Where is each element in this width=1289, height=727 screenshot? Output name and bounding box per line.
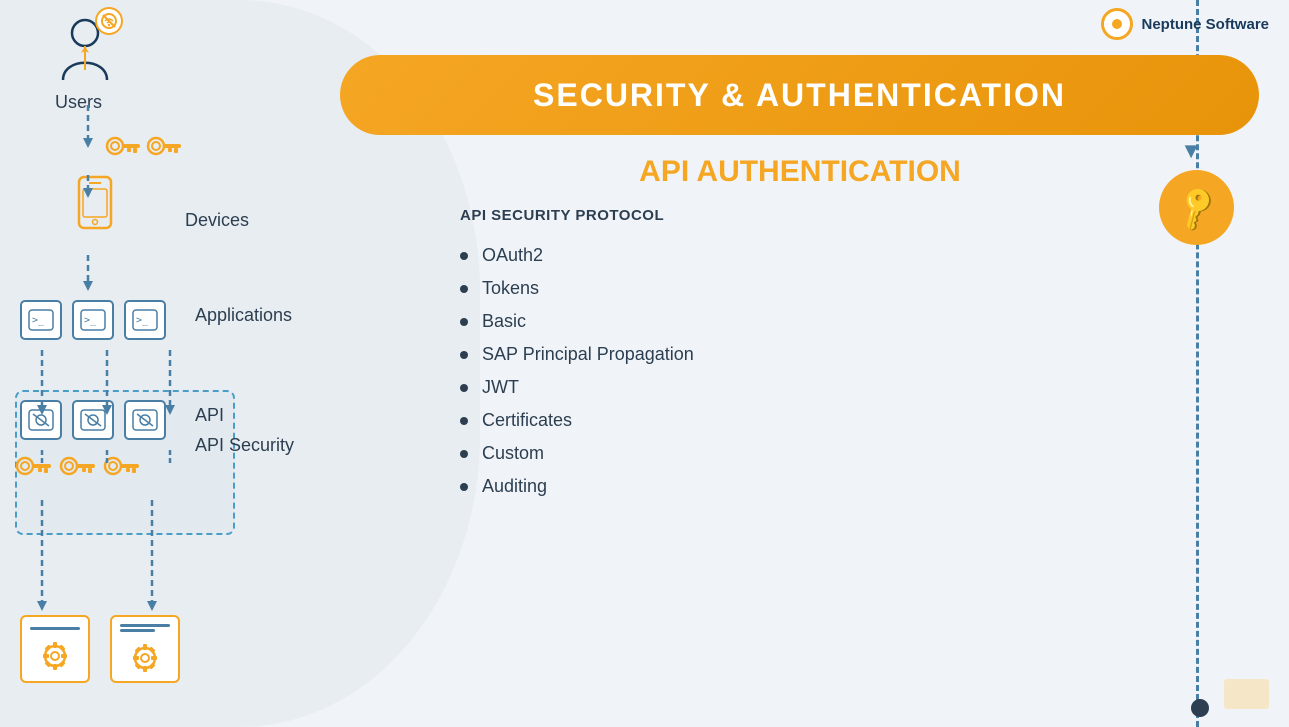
svg-text:>_: >_ [32, 315, 45, 326]
bullet-dot [460, 351, 468, 359]
device-icon-group [75, 175, 115, 235]
small-rect-decoration [1224, 679, 1269, 709]
list-item: SAP Principal Propagation [460, 338, 1140, 371]
svg-text:>_: >_ [136, 315, 149, 326]
applications-group: >_ >_ >_ [20, 300, 166, 340]
arrow-down-right: ▼ [1180, 138, 1202, 164]
server-box-2 [110, 615, 180, 683]
bullet-dot [460, 285, 468, 293]
protocol-item-text: Basic [482, 311, 526, 332]
bottom-server-icons [20, 615, 180, 683]
bullet-dot [460, 417, 468, 425]
api-key-3 [103, 450, 139, 482]
list-item: OAuth2 [460, 239, 1140, 272]
server-box-1 [20, 615, 90, 683]
user-icon-group: Users [55, 15, 115, 113]
list-item: Certificates [460, 404, 1140, 437]
protocol-item-text: Certificates [482, 410, 572, 431]
neptune-circle-icon [1101, 8, 1133, 40]
device-svg [75, 175, 115, 230]
api-label: API [195, 405, 224, 426]
key-circle-icon: 🔑 [1159, 170, 1234, 245]
bullet-dot [460, 384, 468, 392]
list-item: Custom [460, 437, 1140, 470]
users-label: Users [55, 92, 115, 113]
key-svg-2 [146, 130, 181, 162]
protocol-item-text: SAP Principal Propagation [482, 344, 694, 365]
devices-label: Devices [185, 210, 249, 231]
key-icon-group [105, 130, 181, 162]
header-banner: SECURITY & AUTHENTICATION [340, 55, 1259, 135]
api-key-icons-group [15, 450, 139, 482]
app-box-2: >_ [72, 300, 114, 340]
protocol-list: OAuth2 Tokens Basic SAP Principal Propagati… [460, 239, 1140, 503]
bullet-dot [460, 252, 468, 260]
app-box-3: >_ [124, 300, 166, 340]
app-box-1: >_ [20, 300, 62, 340]
api-icon-3 [124, 400, 166, 440]
api-auth-title: API AUTHENTICATION [460, 155, 1140, 189]
api-icon-1 [20, 400, 62, 440]
api-icons-group [20, 400, 166, 440]
svg-text:>_: >_ [84, 315, 97, 326]
page-title: SECURITY & AUTHENTICATION [533, 77, 1066, 114]
list-item: JWT [460, 371, 1140, 404]
bullet-dot [460, 450, 468, 458]
bullet-dot [460, 483, 468, 491]
list-item: Tokens [460, 272, 1140, 305]
api-key-1 [15, 450, 51, 482]
neptune-logo: Neptune Software [1101, 8, 1269, 40]
key-icon-right: 🔑 [1170, 181, 1224, 234]
protocol-item-text: JWT [482, 377, 519, 398]
protocol-item-text: Custom [482, 443, 544, 464]
neptune-brand-name: Neptune Software [1141, 16, 1269, 33]
api-security-label: API Security [195, 435, 294, 456]
no-wifi-badge [95, 7, 123, 35]
api-key-2 [59, 450, 95, 482]
api-icon-2 [72, 400, 114, 440]
content-area: API AUTHENTICATION API SECURITY PROTOCOL… [460, 155, 1140, 503]
timeline-end-dot [1191, 699, 1209, 717]
list-item: Basic [460, 305, 1140, 338]
protocol-item-text: OAuth2 [482, 245, 543, 266]
list-item: Auditing [460, 470, 1140, 503]
applications-label: Applications [195, 305, 292, 326]
protocol-label: API SECURITY PROTOCOL [460, 207, 1140, 224]
gear-svg-1 [35, 634, 75, 672]
key-svg-1 [105, 130, 140, 162]
bullet-dot [460, 318, 468, 326]
gear-svg-2 [125, 636, 165, 674]
protocol-item-text: Auditing [482, 476, 547, 497]
protocol-item-text: Tokens [482, 278, 539, 299]
